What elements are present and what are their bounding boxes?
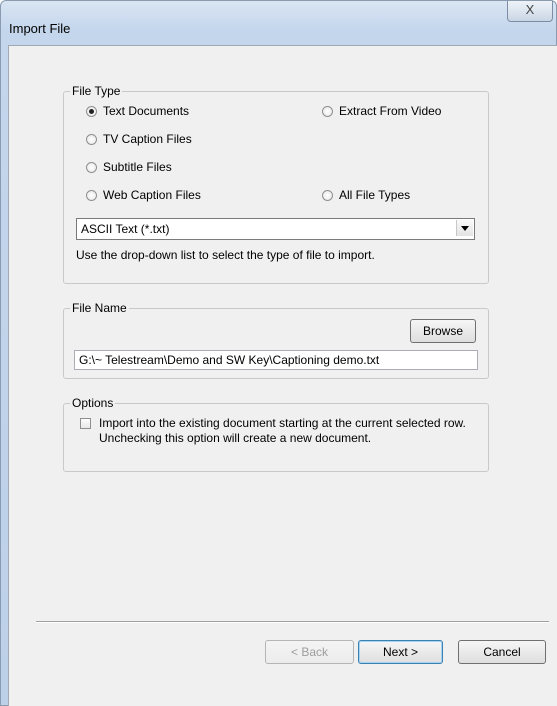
- radio-label: Subtitle Files: [103, 160, 172, 174]
- next-button[interactable]: Next >: [358, 640, 443, 664]
- radio-label: Extract From Video: [339, 104, 442, 118]
- footer-separator: [36, 621, 549, 623]
- file-format-selected: ASCII Text (*.txt): [81, 222, 170, 236]
- radio-label: TV Caption Files: [103, 132, 192, 146]
- radio-all-file-types[interactable]: All File Types: [322, 188, 410, 202]
- file-name-group: File Name Browse G:\~ Telestream\Demo an…: [63, 301, 489, 379]
- radio-button-checked[interactable]: [86, 105, 97, 117]
- file-format-dropdown[interactable]: ASCII Text (*.txt): [76, 218, 475, 240]
- file-path-field[interactable]: G:\~ Telestream\Demo and SW Key\Captioni…: [74, 350, 478, 370]
- file-type-hint: Use the drop-down list to select the typ…: [76, 248, 375, 262]
- radio-button[interactable]: [86, 161, 97, 173]
- radio-text-documents[interactable]: Text Documents: [86, 104, 189, 118]
- radio-extract-from-video[interactable]: Extract From Video: [322, 104, 441, 118]
- options-legend: Options: [72, 396, 114, 410]
- radio-web-caption-files[interactable]: Web Caption Files: [86, 188, 201, 202]
- radio-label: Text Documents: [103, 104, 190, 118]
- import-existing-checkbox[interactable]: [80, 418, 91, 429]
- import-existing-label: Import into the existing document starti…: [99, 416, 466, 430]
- dialog-body: File Type Text Documents Extract From Vi…: [8, 45, 557, 706]
- file-type-group: File Type Text Documents Extract From Vi…: [63, 84, 489, 284]
- options-group: Options Import into the existing documen…: [63, 396, 489, 472]
- radio-button[interactable]: [86, 189, 97, 201]
- close-icon: X: [525, 2, 535, 17]
- close-button[interactable]: X: [507, 1, 553, 22]
- import-existing-sublabel: Unchecking this option will create a new…: [99, 431, 372, 445]
- radio-label: Web Caption Files: [103, 188, 201, 202]
- back-button[interactable]: < Back: [265, 640, 354, 664]
- dialog-title: Import File: [9, 21, 71, 36]
- radio-subtitle-files[interactable]: Subtitle Files: [86, 160, 172, 174]
- radio-button[interactable]: [322, 189, 333, 201]
- file-type-legend: File Type: [72, 84, 121, 98]
- import-existing-text: Import into the existing document starti…: [99, 416, 466, 446]
- import-existing-option[interactable]: Import into the existing document starti…: [80, 416, 466, 446]
- file-name-legend: File Name: [72, 301, 127, 315]
- chevron-down-icon[interactable]: [456, 220, 473, 236]
- title-bar[interactable]: Import File X: [1, 1, 556, 45]
- radio-button[interactable]: [322, 105, 333, 117]
- browse-button[interactable]: Browse: [410, 319, 476, 343]
- cancel-button[interactable]: Cancel: [458, 640, 546, 664]
- radio-button[interactable]: [86, 133, 97, 145]
- import-file-dialog: Import File X File Type Text Documents E…: [0, 0, 557, 706]
- radio-label: All File Types: [339, 188, 411, 202]
- radio-tv-caption-files[interactable]: TV Caption Files: [86, 132, 192, 146]
